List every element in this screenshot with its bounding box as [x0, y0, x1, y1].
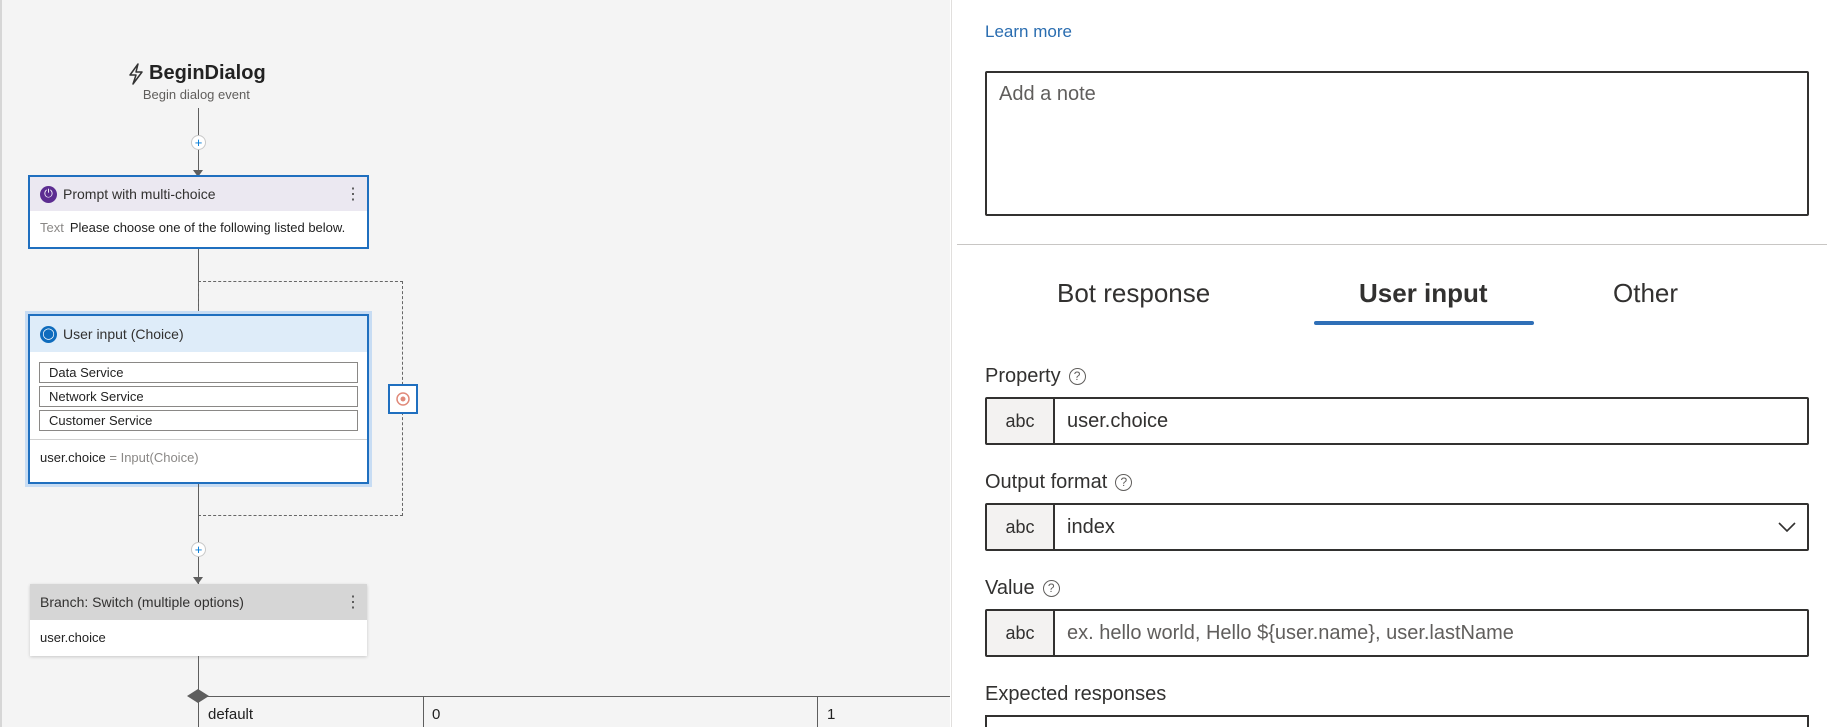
tab-bot-response[interactable]: Bot response	[1057, 278, 1210, 309]
add-action-button[interactable]: +	[191, 135, 206, 150]
dialog-canvas[interactable]: BeginDialog Begin dialog event + ⏻ Promp…	[0, 0, 950, 727]
active-tab-indicator	[1314, 321, 1534, 325]
target-icon	[396, 392, 410, 406]
connector	[198, 484, 199, 584]
switch-node-title: Branch: Switch (multiple options)	[40, 594, 244, 610]
property-input[interactable]: user.choice	[1055, 399, 1807, 443]
user-icon: ◯	[40, 325, 57, 343]
switch-condition: user.choice	[40, 630, 106, 645]
switch-node[interactable]: Branch: Switch (multiple options) ⋮ user…	[30, 584, 367, 656]
output-format-label-row: Output format ?	[985, 471, 1133, 494]
power-icon: ⏻	[40, 185, 57, 203]
property-label-row: Property ?	[985, 365, 1086, 388]
add-action-button[interactable]: +	[191, 542, 206, 557]
choice-option[interactable]: Customer Service	[39, 410, 358, 431]
branch-label-1: 1	[827, 706, 836, 723]
user-input-node[interactable]: ◯ User input (Choice) Data Service Netwo…	[28, 314, 369, 484]
output-format-label: Output format	[985, 471, 1108, 493]
branch-label-default: default	[208, 706, 254, 723]
type-prefix: abc	[987, 611, 1055, 655]
tab-other[interactable]: Other	[1613, 278, 1678, 309]
user-input-node-title: User input (Choice)	[63, 326, 184, 342]
tab-bar: Bot response User input Other	[985, 270, 1809, 326]
more-vertical-icon[interactable]: ⋮	[345, 184, 361, 204]
expected-responses-field[interactable]	[985, 715, 1809, 727]
choice-option[interactable]: Data Service	[39, 362, 358, 383]
branch-line	[198, 696, 950, 697]
validation-node[interactable]	[388, 384, 418, 414]
value-label-row: Value ?	[985, 577, 1060, 600]
property-label: Property	[985, 365, 1061, 387]
event-subtitle: Begin dialog event	[142, 87, 250, 102]
branch-divider	[817, 696, 818, 727]
learn-more-link[interactable]: Learn more	[985, 22, 1072, 42]
value-input[interactable]: ex. hello world, Hello ${user.name}, use…	[1055, 611, 1807, 655]
prompt-node[interactable]: ⏻ Prompt with multi-choice ⋮ Text Please …	[28, 175, 369, 249]
help-icon[interactable]: ?	[1115, 474, 1133, 491]
choice-option[interactable]: Network Service	[39, 386, 358, 407]
expected-responses-label-row: Expected responses	[985, 683, 1166, 706]
value-label: Value	[985, 577, 1035, 599]
more-vertical-icon[interactable]: ⋮	[345, 592, 361, 612]
connector-arrow	[193, 577, 203, 584]
type-prefix: abc	[987, 399, 1055, 443]
properties-panel: Learn more Add a note Bot response User …	[951, 0, 1827, 727]
type-prefix: abc	[987, 505, 1055, 549]
event-title: BeginDialog	[149, 62, 266, 84]
output-format-field[interactable]: abc index	[985, 503, 1809, 551]
prompt-node-title: Prompt with multi-choice	[63, 186, 216, 202]
branch-divider	[423, 696, 424, 727]
help-icon[interactable]: ?	[1068, 368, 1086, 385]
value-field[interactable]: abc ex. hello world, Hello ${user.name},…	[985, 609, 1809, 657]
chevron-down-icon[interactable]	[1767, 505, 1807, 549]
expected-responses-label: Expected responses	[985, 683, 1167, 705]
binding-expression: = Input(Choice)	[109, 450, 199, 465]
binding-property: user.choice	[40, 450, 106, 465]
branch-label-0: 0	[432, 706, 441, 723]
output-format-select[interactable]: index	[1055, 505, 1767, 549]
prompt-text-value: Please choose one of the following liste…	[69, 220, 346, 235]
prompt-text-label: Text	[40, 220, 64, 235]
note-textarea[interactable]: Add a note	[985, 71, 1809, 216]
property-field[interactable]: abc user.choice	[985, 397, 1809, 445]
help-icon[interactable]: ?	[1042, 580, 1060, 597]
panel-divider	[957, 244, 1827, 245]
trigger-begin-dialog[interactable]: BeginDialog Begin dialog event	[127, 62, 266, 102]
tab-user-input[interactable]: User input	[1359, 278, 1488, 309]
lightning-icon	[129, 62, 143, 85]
